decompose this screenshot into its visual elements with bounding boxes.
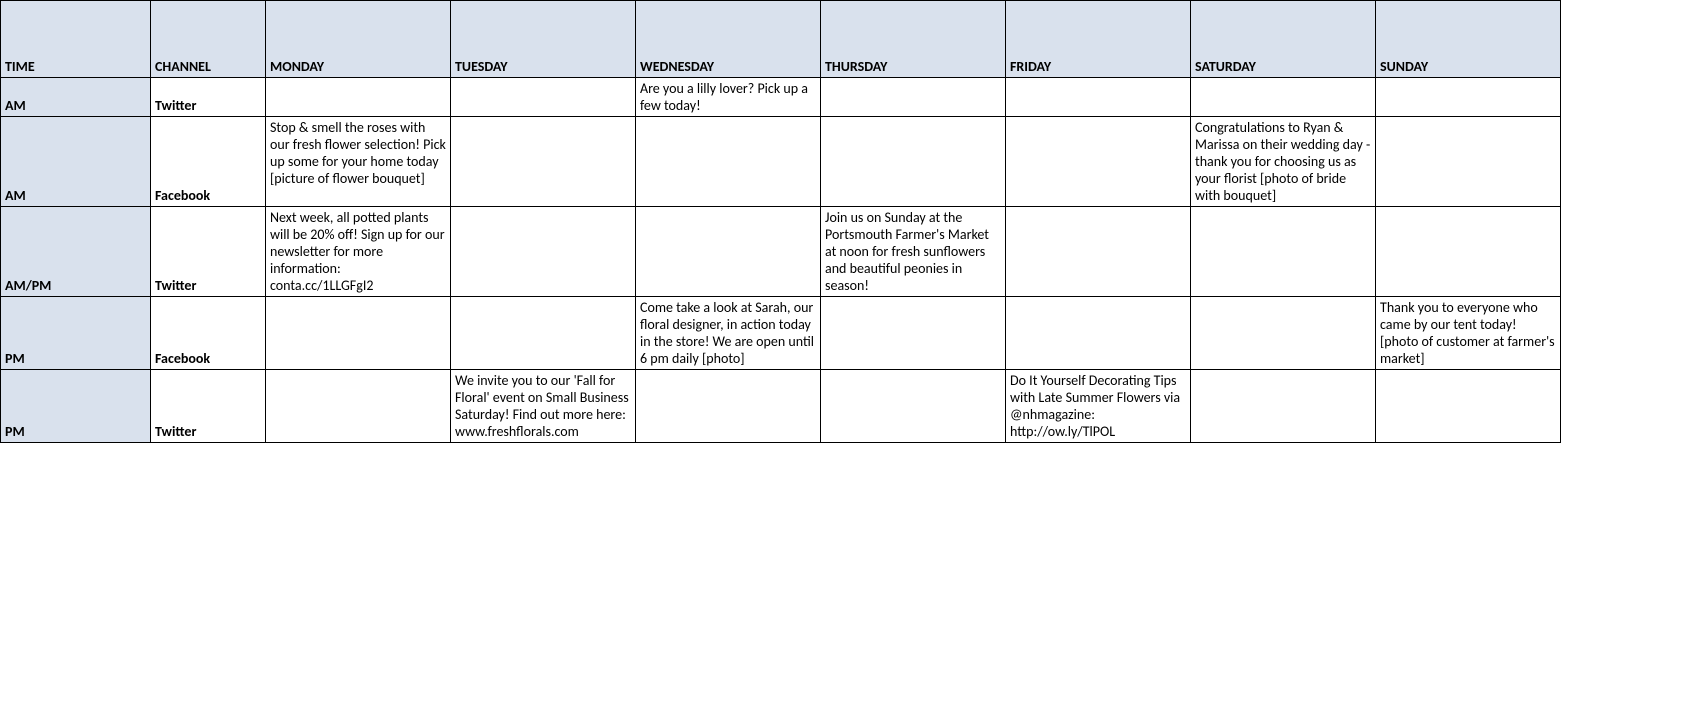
- cell-fri: [1006, 117, 1191, 207]
- cell-channel: Twitter: [151, 207, 266, 297]
- table-row: AM/PM Twitter Next week, all potted plan…: [1, 207, 1561, 297]
- cell-sat: [1191, 297, 1376, 370]
- cell-sun: [1376, 78, 1561, 117]
- header-wednesday: WEDNESDAY: [636, 1, 821, 78]
- table-row: AM Facebook Stop & smell the roses with …: [1, 117, 1561, 207]
- cell-thu: [821, 370, 1006, 443]
- header-row: TIME CHANNEL MONDAY TUESDAY WEDNESDAY TH…: [1, 1, 1561, 78]
- cell-tue: [451, 207, 636, 297]
- cell-channel: Twitter: [151, 78, 266, 117]
- cell-sat: Congratulations to Ryan & Marissa on the…: [1191, 117, 1376, 207]
- cell-fri: [1006, 78, 1191, 117]
- header-sunday: SUNDAY: [1376, 1, 1561, 78]
- cell-thu: Join us on Sunday at the Portsmouth Farm…: [821, 207, 1006, 297]
- cell-mon: [266, 370, 451, 443]
- cell-tue: [451, 297, 636, 370]
- cell-fri: [1006, 207, 1191, 297]
- cell-sun: [1376, 117, 1561, 207]
- cell-mon: [266, 297, 451, 370]
- cell-tue: [451, 78, 636, 117]
- cell-mon: Stop & smell the roses with our fresh fl…: [266, 117, 451, 207]
- cell-wed: Are you a lilly lover? Pick up a few tod…: [636, 78, 821, 117]
- cell-time: AM/PM: [1, 207, 151, 297]
- header-time: TIME: [1, 1, 151, 78]
- cell-sun: [1376, 207, 1561, 297]
- cell-sun: [1376, 370, 1561, 443]
- cell-tue: We invite you to our 'Fall for Floral' e…: [451, 370, 636, 443]
- cell-sun: Thank you to everyone who came by our te…: [1376, 297, 1561, 370]
- cell-channel: Twitter: [151, 370, 266, 443]
- cell-channel: Facebook: [151, 117, 266, 207]
- header-monday: MONDAY: [266, 1, 451, 78]
- cell-tue: [451, 117, 636, 207]
- cell-channel: Facebook: [151, 297, 266, 370]
- table-row: PM Twitter We invite you to our 'Fall fo…: [1, 370, 1561, 443]
- cell-time: PM: [1, 370, 151, 443]
- cell-wed: Come take a look at Sarah, our floral de…: [636, 297, 821, 370]
- cell-wed: [636, 370, 821, 443]
- table-row: AM Twitter Are you a lilly lover? Pick u…: [1, 78, 1561, 117]
- cell-time: PM: [1, 297, 151, 370]
- cell-sat: [1191, 370, 1376, 443]
- header-tuesday: TUESDAY: [451, 1, 636, 78]
- cell-thu: [821, 297, 1006, 370]
- cell-wed: [636, 117, 821, 207]
- header-saturday: SATURDAY: [1191, 1, 1376, 78]
- cell-fri: [1006, 297, 1191, 370]
- cell-time: AM: [1, 117, 151, 207]
- header-friday: FRIDAY: [1006, 1, 1191, 78]
- cell-mon: [266, 78, 451, 117]
- header-thursday: THURSDAY: [821, 1, 1006, 78]
- header-channel: CHANNEL: [151, 1, 266, 78]
- cell-fri: Do It Yourself Decorating Tips with Late…: [1006, 370, 1191, 443]
- cell-thu: [821, 78, 1006, 117]
- table-row: PM Facebook Come take a look at Sarah, o…: [1, 297, 1561, 370]
- cell-wed: [636, 207, 821, 297]
- cell-mon: Next week, all potted plants will be 20%…: [266, 207, 451, 297]
- cell-thu: [821, 117, 1006, 207]
- schedule-table: TIME CHANNEL MONDAY TUESDAY WEDNESDAY TH…: [0, 0, 1561, 443]
- cell-sat: [1191, 78, 1376, 117]
- cell-sat: [1191, 207, 1376, 297]
- cell-time: AM: [1, 78, 151, 117]
